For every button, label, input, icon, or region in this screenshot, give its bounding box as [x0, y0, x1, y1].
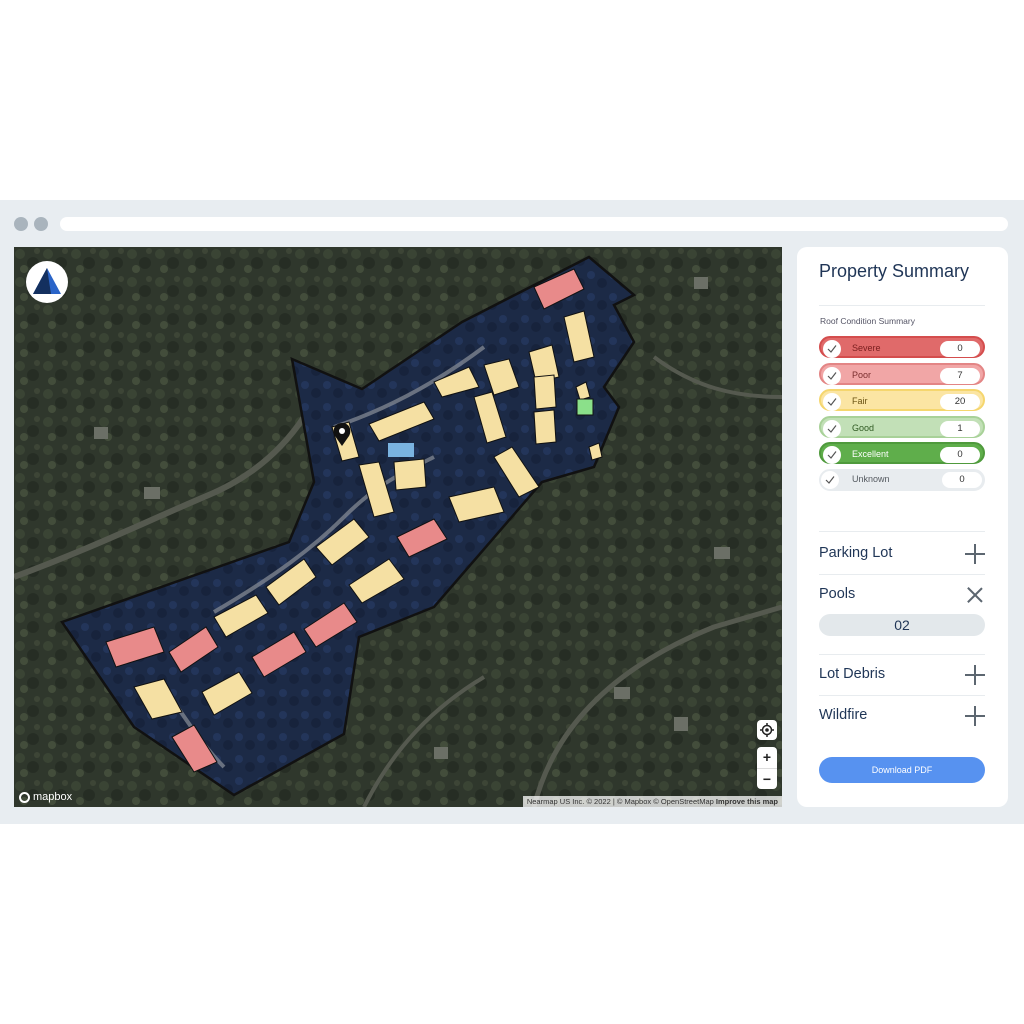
property-summary-panel: Property Summary Roof Condition Summary … [797, 247, 1008, 807]
condition-label: Severe [852, 343, 881, 353]
condition-count: 0 [940, 341, 980, 357]
condition-label: Excellent [852, 449, 889, 459]
condition-pill-severe[interactable]: Severe 0 [819, 336, 985, 358]
check-icon [827, 371, 837, 380]
improve-map-link[interactable]: Improve this map [716, 797, 778, 806]
address-bar[interactable] [60, 217, 1008, 231]
check-icon [827, 345, 837, 353]
roof-fair [533, 409, 557, 445]
house [694, 277, 708, 289]
browser-window: mapbox + − Nearmap US Inc. © 2022 | © Ma… [0, 200, 1024, 824]
roof-fair [393, 458, 427, 491]
divider [819, 305, 985, 306]
locate-button[interactable] [757, 720, 777, 740]
divider [819, 531, 985, 532]
checkbox[interactable] [823, 340, 841, 358]
condition-count: 20 [940, 394, 980, 410]
condition-pill-unknown[interactable]: Unknown 0 [819, 468, 985, 491]
checkbox[interactable] [823, 419, 841, 438]
condition-pill-excellent[interactable]: Excellent 0 [819, 442, 985, 464]
crosshair-icon [760, 723, 774, 737]
divider [819, 654, 985, 655]
window-dot-close[interactable] [14, 217, 28, 231]
zoom-controls: + − [757, 747, 777, 789]
condition-label: Good [852, 422, 875, 433]
expand-parking-lot-icon[interactable] [965, 544, 985, 564]
check-icon [827, 398, 837, 406]
lot-debris-label: Lot Debris [819, 666, 886, 682]
roof-summary-title: Roof Condition Summary [820, 316, 915, 326]
checkbox[interactable] [821, 470, 839, 489]
mapbox-logo[interactable]: mapbox [19, 791, 72, 803]
zoom-in-button[interactable]: + [757, 747, 777, 768]
pools-label: Pools [819, 586, 856, 602]
check-icon [827, 451, 837, 459]
house [94, 427, 108, 439]
condition-pill-fair[interactable]: Fair 20 [819, 389, 985, 411]
pools-count: 02 [819, 614, 985, 636]
house [434, 747, 448, 759]
map-attribution: Nearmap US Inc. © 2022 | © Mapbox © Open… [522, 796, 782, 807]
zoom-out-button[interactable]: − [757, 767, 777, 790]
house [714, 547, 730, 559]
parking-lot-label: Parking Lot [819, 545, 893, 561]
divider [819, 574, 985, 575]
roof-good [576, 398, 594, 416]
roof-fair [533, 374, 557, 410]
condition-pill-good[interactable]: Good 1 [819, 415, 985, 438]
attribution-text: Nearmap US Inc. © 2022 | © Mapbox © Open… [526, 797, 714, 806]
window-dot-minimize[interactable] [34, 217, 48, 231]
condition-pill-poor[interactable]: Poor 7 [819, 362, 985, 385]
expand-lot-debris-icon[interactable] [965, 665, 985, 685]
expand-wildfire-icon[interactable] [965, 706, 985, 726]
panel-title: Property Summary [819, 261, 970, 281]
condition-count: 7 [940, 367, 980, 384]
collapse-pools-icon[interactable] [967, 587, 983, 603]
condition-count: 1 [940, 420, 980, 437]
satellite-map[interactable] [14, 247, 782, 807]
house [674, 717, 688, 731]
condition-label: Unknown [852, 473, 890, 484]
mapbox-label: mapbox [33, 791, 73, 803]
checkbox[interactable] [823, 393, 841, 411]
condition-count: 0 [940, 447, 980, 463]
divider [819, 695, 985, 696]
lot-detection-logo-icon [26, 261, 68, 303]
condition-count: 0 [942, 471, 982, 488]
check-icon [825, 475, 835, 484]
download-pdf-button[interactable]: Download PDF [819, 757, 985, 783]
checkbox[interactable] [823, 446, 841, 464]
check-icon [827, 424, 837, 433]
wildfire-label: Wildfire [819, 707, 868, 723]
condition-label: Poor [852, 369, 872, 380]
house [614, 687, 630, 699]
house [144, 487, 160, 499]
checkbox[interactable] [823, 366, 841, 385]
condition-label: Fair [852, 396, 868, 406]
map-view[interactable]: mapbox + − Nearmap US Inc. © 2022 | © Ma… [14, 247, 782, 807]
pool [388, 443, 414, 457]
mapbox-icon [19, 791, 30, 803]
